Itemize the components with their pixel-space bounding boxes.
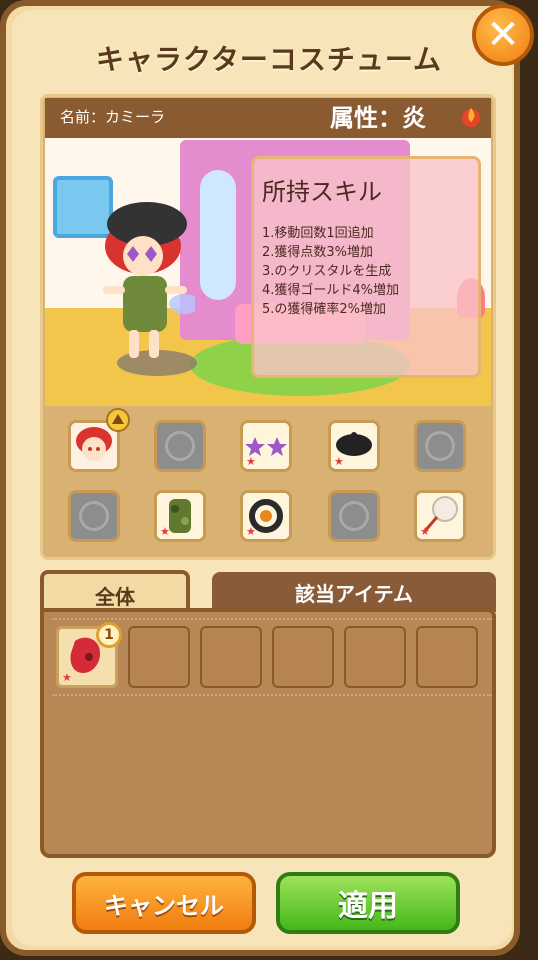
cancel-button-label: キャンセル: [104, 891, 224, 920]
character-name: 名前：カミーラ: [60, 108, 166, 126]
skill-title: 所持スキル: [262, 178, 382, 206]
star-icon: ★: [160, 525, 170, 538]
equip-slot-bracelet[interactable]: ★: [240, 490, 292, 542]
face-accessory-icon: [79, 501, 109, 531]
skill-item: 1.移動回数1回追加: [262, 226, 374, 241]
star-icon: ★: [420, 525, 430, 538]
inventory-slot[interactable]: [200, 626, 262, 688]
star-icon: ★: [62, 671, 72, 684]
item-count-badge: 1: [96, 622, 122, 648]
character-avatar: [103, 202, 195, 358]
equip-slot-hair[interactable]: [154, 420, 206, 472]
pendant-icon: [425, 431, 455, 461]
skill-item: 2.獲得点数3%増加: [262, 245, 374, 260]
star-icon: ★: [246, 455, 256, 468]
hair-icon: [165, 431, 195, 461]
character-attribute: 属性：炎: [330, 104, 426, 132]
close-icon: ✕: [486, 12, 520, 58]
tab-matching-items[interactable]: 該当アイテム: [212, 572, 496, 612]
equip-slot-hat[interactable]: ★: [328, 420, 380, 472]
upgrade-badge-icon: [106, 408, 130, 432]
inventory-divider: [52, 694, 492, 696]
apply-button[interactable]: 適用: [276, 872, 460, 934]
skill-item: 5.の獲得確率2%増加: [262, 302, 387, 317]
inventory-slot[interactable]: [272, 626, 334, 688]
inventory-slot[interactable]: [344, 626, 406, 688]
apply-button-label: 適用: [338, 889, 398, 924]
inventory-divider: [52, 618, 492, 620]
star-icon: ★: [246, 525, 256, 538]
fire-icon: [462, 108, 480, 127]
inventory-slot[interactable]: [128, 626, 190, 688]
inventory-slot[interactable]: [416, 626, 478, 688]
skill-list: 1.移動回数1回追加 2.獲得点数3%増加 3.のクリスタルを生成 4.獲得ゴー…: [262, 224, 399, 319]
tab-label: 該当アイテム: [295, 581, 413, 606]
tab-label: 全体: [95, 584, 135, 609]
equip-slot-wings[interactable]: [328, 490, 380, 542]
dialog-title: キャラクターコスチューム: [95, 43, 443, 76]
close-button[interactable]: ✕: [472, 4, 534, 66]
equip-slot-outfit[interactable]: ★: [154, 490, 206, 542]
star-icon: ★: [334, 455, 344, 468]
wings-icon: [339, 501, 369, 531]
cancel-button[interactable]: キャンセル: [72, 872, 256, 934]
equip-slot-fan[interactable]: ★: [414, 490, 466, 542]
equip-slot-pendant[interactable]: [414, 420, 466, 472]
equip-slot-glasses[interactable]: ★: [240, 420, 292, 472]
skill-item: 4.獲得ゴールド4%増加: [262, 283, 400, 298]
equip-slot-face[interactable]: [68, 490, 120, 542]
skill-item: 3.のクリスタルを生成: [262, 264, 392, 279]
